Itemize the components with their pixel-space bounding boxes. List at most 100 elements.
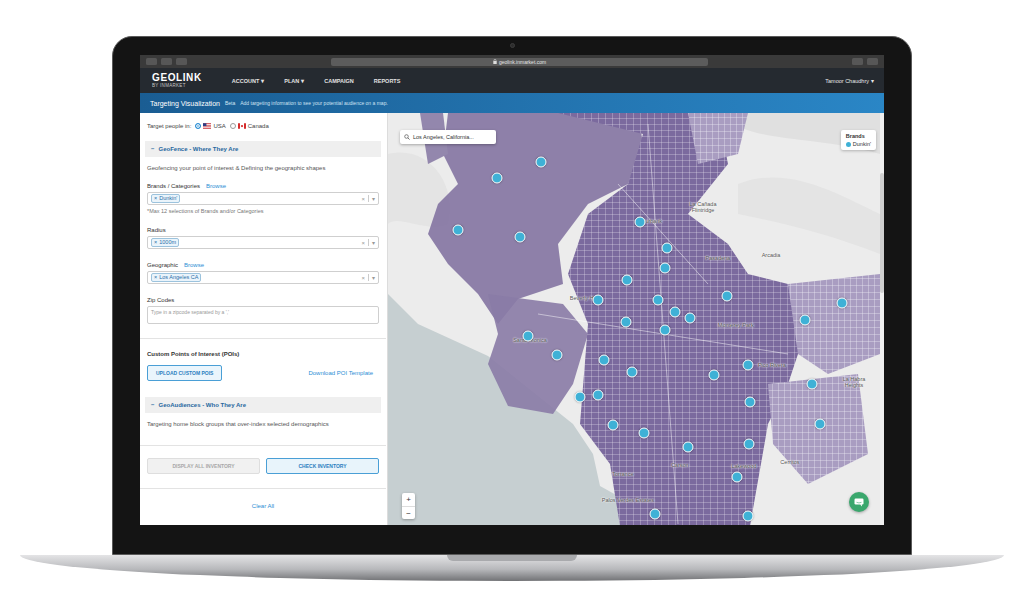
location-pin[interactable]	[660, 325, 671, 336]
place-label: La Habra Heights	[834, 376, 874, 388]
location-pin[interactable]	[608, 420, 619, 431]
location-pin[interactable]	[650, 509, 661, 520]
user-menu[interactable]: Tamoor Chaudhry▾	[825, 78, 874, 84]
location-pin[interactable]	[523, 331, 534, 342]
check-inventory-button[interactable]: CHECK INVENTORY	[266, 458, 379, 474]
location-pin[interactable]	[593, 390, 604, 401]
location-pin[interactable]	[837, 298, 848, 309]
select-field[interactable]: ×Dunkin'×▾	[147, 192, 379, 205]
sidebar-button[interactable]	[176, 58, 187, 65]
location-pin[interactable]	[660, 263, 671, 274]
clear-all-link[interactable]: Clear All	[252, 503, 274, 509]
address-bar[interactable]: geolink.inmarket.com	[331, 58, 708, 66]
location-pin[interactable]	[685, 313, 696, 324]
nav-item[interactable]: ACCOUNT▾	[232, 78, 265, 84]
zip-input[interactable]	[147, 306, 379, 324]
logo[interactable]: GEOLINKBY INMARKET	[152, 73, 202, 89]
location-pin[interactable]	[593, 295, 604, 306]
map[interactable]: La Cañada FlintridgeBurbankPasadenaArcad…	[388, 113, 880, 525]
location-pin[interactable]	[732, 472, 743, 483]
browse-link[interactable]: Browse	[184, 262, 204, 268]
select-field[interactable]: ×Los Angeles CA×▾	[147, 271, 379, 284]
logo-text: GEOLINK	[152, 73, 202, 83]
location-pin[interactable]	[709, 370, 720, 381]
clear-icon[interactable]: ×	[361, 196, 365, 202]
user-name: Tamoor Chaudhry	[825, 78, 869, 84]
location-pin[interactable]	[515, 232, 526, 243]
location-pin[interactable]	[683, 442, 694, 453]
chat-button[interactable]	[849, 492, 869, 512]
location-pin[interactable]	[639, 428, 650, 439]
location-pin[interactable]	[800, 315, 811, 326]
banner-text: Add targeting information to see your po…	[240, 100, 388, 106]
location-pin[interactable]	[662, 243, 673, 254]
location-pin[interactable]	[745, 397, 756, 408]
browse-link[interactable]: Browse	[206, 183, 226, 189]
forward-button[interactable]	[161, 58, 172, 65]
place-label: Torrance	[612, 471, 633, 477]
location-pin[interactable]	[552, 350, 563, 361]
upload-button[interactable]: UPLOAD CUSTOM POIS	[147, 365, 222, 381]
dropdown-icon[interactable]: ▾	[372, 274, 375, 281]
map-search[interactable]: Los Angeles, California...	[400, 130, 496, 144]
place-label: Arcadia	[762, 252, 781, 258]
zoom-control: +−	[402, 493, 415, 519]
geofence-header[interactable]: −GeoFence - Where They Are	[145, 141, 381, 157]
location-pin[interactable]	[743, 511, 754, 522]
zoom-in-button[interactable]: +	[402, 493, 415, 506]
clear-icon[interactable]: ×	[361, 240, 365, 246]
location-pin[interactable]	[627, 367, 638, 378]
remove-tag-icon[interactable]: ×	[154, 274, 157, 281]
map-scrollbar[interactable]	[880, 113, 884, 525]
location-pin[interactable]	[722, 291, 733, 302]
divider	[140, 488, 386, 489]
chat-bubble-icon	[854, 498, 864, 507]
location-pin[interactable]	[453, 225, 464, 236]
share-button[interactable]	[852, 58, 863, 65]
field-gap	[147, 284, 379, 297]
location-pin[interactable]	[743, 360, 754, 371]
tabs-button[interactable]	[867, 58, 878, 65]
tag-label: Los Angeles CA	[159, 274, 198, 281]
location-pin[interactable]	[653, 295, 664, 306]
nav-item[interactable]: REPORTS	[374, 78, 401, 84]
geoaudiences-header[interactable]: −GeoAudiences - Who They Are	[145, 397, 381, 413]
back-button[interactable]	[146, 58, 157, 65]
dropdown-icon[interactable]: ▾	[372, 195, 375, 202]
location-pin[interactable]	[622, 275, 633, 286]
location-pin[interactable]	[670, 307, 681, 318]
collapse-icon: −	[151, 146, 155, 152]
location-pin[interactable]	[536, 157, 547, 168]
radio-button[interactable]	[195, 123, 201, 129]
place-label: Pasadena	[706, 255, 731, 261]
location-pin[interactable]	[575, 392, 586, 403]
location-pin[interactable]	[807, 379, 818, 390]
legend-dot	[846, 142, 851, 147]
select-field[interactable]: ×1000m×▾	[147, 236, 379, 249]
location-pin[interactable]	[815, 419, 826, 430]
scroll-thumb[interactable]	[880, 173, 884, 293]
country-option[interactable]: Canada	[230, 123, 269, 129]
targeting-panel: Target people in: USA Canada −GeoFence - Wh…	[140, 113, 388, 525]
us-flag-icon	[203, 123, 211, 129]
zoom-out-button[interactable]: −	[402, 506, 415, 519]
location-pin[interactable]	[635, 217, 646, 228]
remove-tag-icon[interactable]: ×	[154, 195, 157, 202]
field-label-row: GeographicBrowse	[147, 262, 379, 268]
remove-tag-icon[interactable]: ×	[154, 239, 157, 246]
template-link[interactable]: Download POI Template	[308, 370, 373, 376]
location-pin[interactable]	[621, 317, 632, 328]
country-option[interactable]: USA	[195, 123, 225, 129]
nav-item[interactable]: PLAN▾	[284, 78, 304, 84]
location-pin[interactable]	[599, 355, 610, 366]
caret-icon: ▾	[301, 78, 304, 84]
dropdown-icon[interactable]: ▾	[372, 239, 375, 246]
field-gap	[147, 214, 379, 227]
nav-item[interactable]: CAMPAIGN	[324, 78, 354, 84]
clear-icon[interactable]: ×	[361, 275, 365, 281]
location-pin[interactable]	[492, 173, 503, 184]
target-label: Target people in:	[147, 123, 191, 129]
radio-button[interactable]	[230, 123, 236, 129]
map-area: La Cañada FlintridgeBurbankPasadenaArcad…	[388, 113, 884, 525]
location-pin[interactable]	[744, 439, 755, 450]
